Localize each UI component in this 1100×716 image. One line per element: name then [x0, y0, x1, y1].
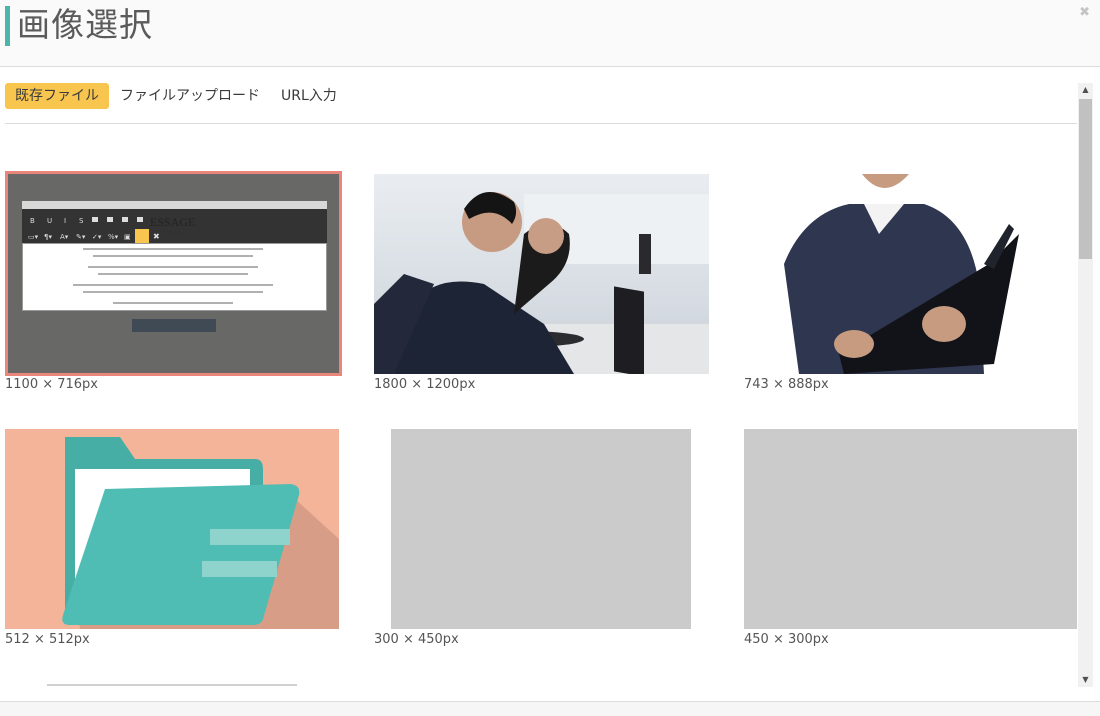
tab-file-upload[interactable]: ファイルアップロード [110, 83, 270, 109]
modal-footer [0, 701, 1100, 716]
image-caption: 450 × 300px [744, 632, 829, 647]
image-caption: 1800 × 1200px [374, 377, 476, 392]
image-caption: 743 × 888px [744, 377, 829, 392]
tab-existing-files[interactable]: 既存ファイル [5, 83, 109, 109]
title-accent-bar [5, 6, 10, 46]
image-thumb-folder[interactable] [5, 429, 339, 629]
scrollbar-thumb[interactable] [1079, 99, 1092, 259]
triangle-down-icon[interactable]: ▼ [1078, 673, 1093, 687]
loading-indicator [47, 684, 297, 686]
tab-bar: 既存ファイル ファイルアップロード URL入力 [5, 83, 348, 109]
triangle-up-icon[interactable]: ▲ [1078, 83, 1093, 97]
image-caption: 512 × 512px [5, 632, 90, 647]
image-caption: 300 × 450px [374, 632, 459, 647]
image-thumb-office[interactable] [374, 174, 709, 374]
image-caption: 1100 × 716px [5, 377, 98, 392]
tab-divider [5, 123, 1077, 124]
tab-url-input[interactable]: URL入力 [271, 83, 347, 109]
modal-title: 画像選択 [17, 5, 153, 44]
image-thumb-placeholder[interactable] [744, 429, 1077, 629]
folder-icon [62, 437, 339, 629]
close-icon[interactable]: ✖ [1079, 6, 1090, 20]
businessman-photo [784, 174, 1019, 374]
image-select-modal: 画像選択 ✖ 既存ファイル ファイルアップロード URL入力 BUIS ▭▾ ¶▾… [0, 0, 1100, 716]
image-thumb-businessman[interactable] [744, 174, 1077, 374]
office-photo [374, 174, 709, 374]
image-thumb-placeholder[interactable] [391, 429, 691, 629]
modal-header: 画像選択 ✖ [0, 0, 1100, 67]
selected-frame [5, 171, 342, 376]
vertical-scrollbar[interactable]: ▲ ▼ [1078, 83, 1093, 687]
